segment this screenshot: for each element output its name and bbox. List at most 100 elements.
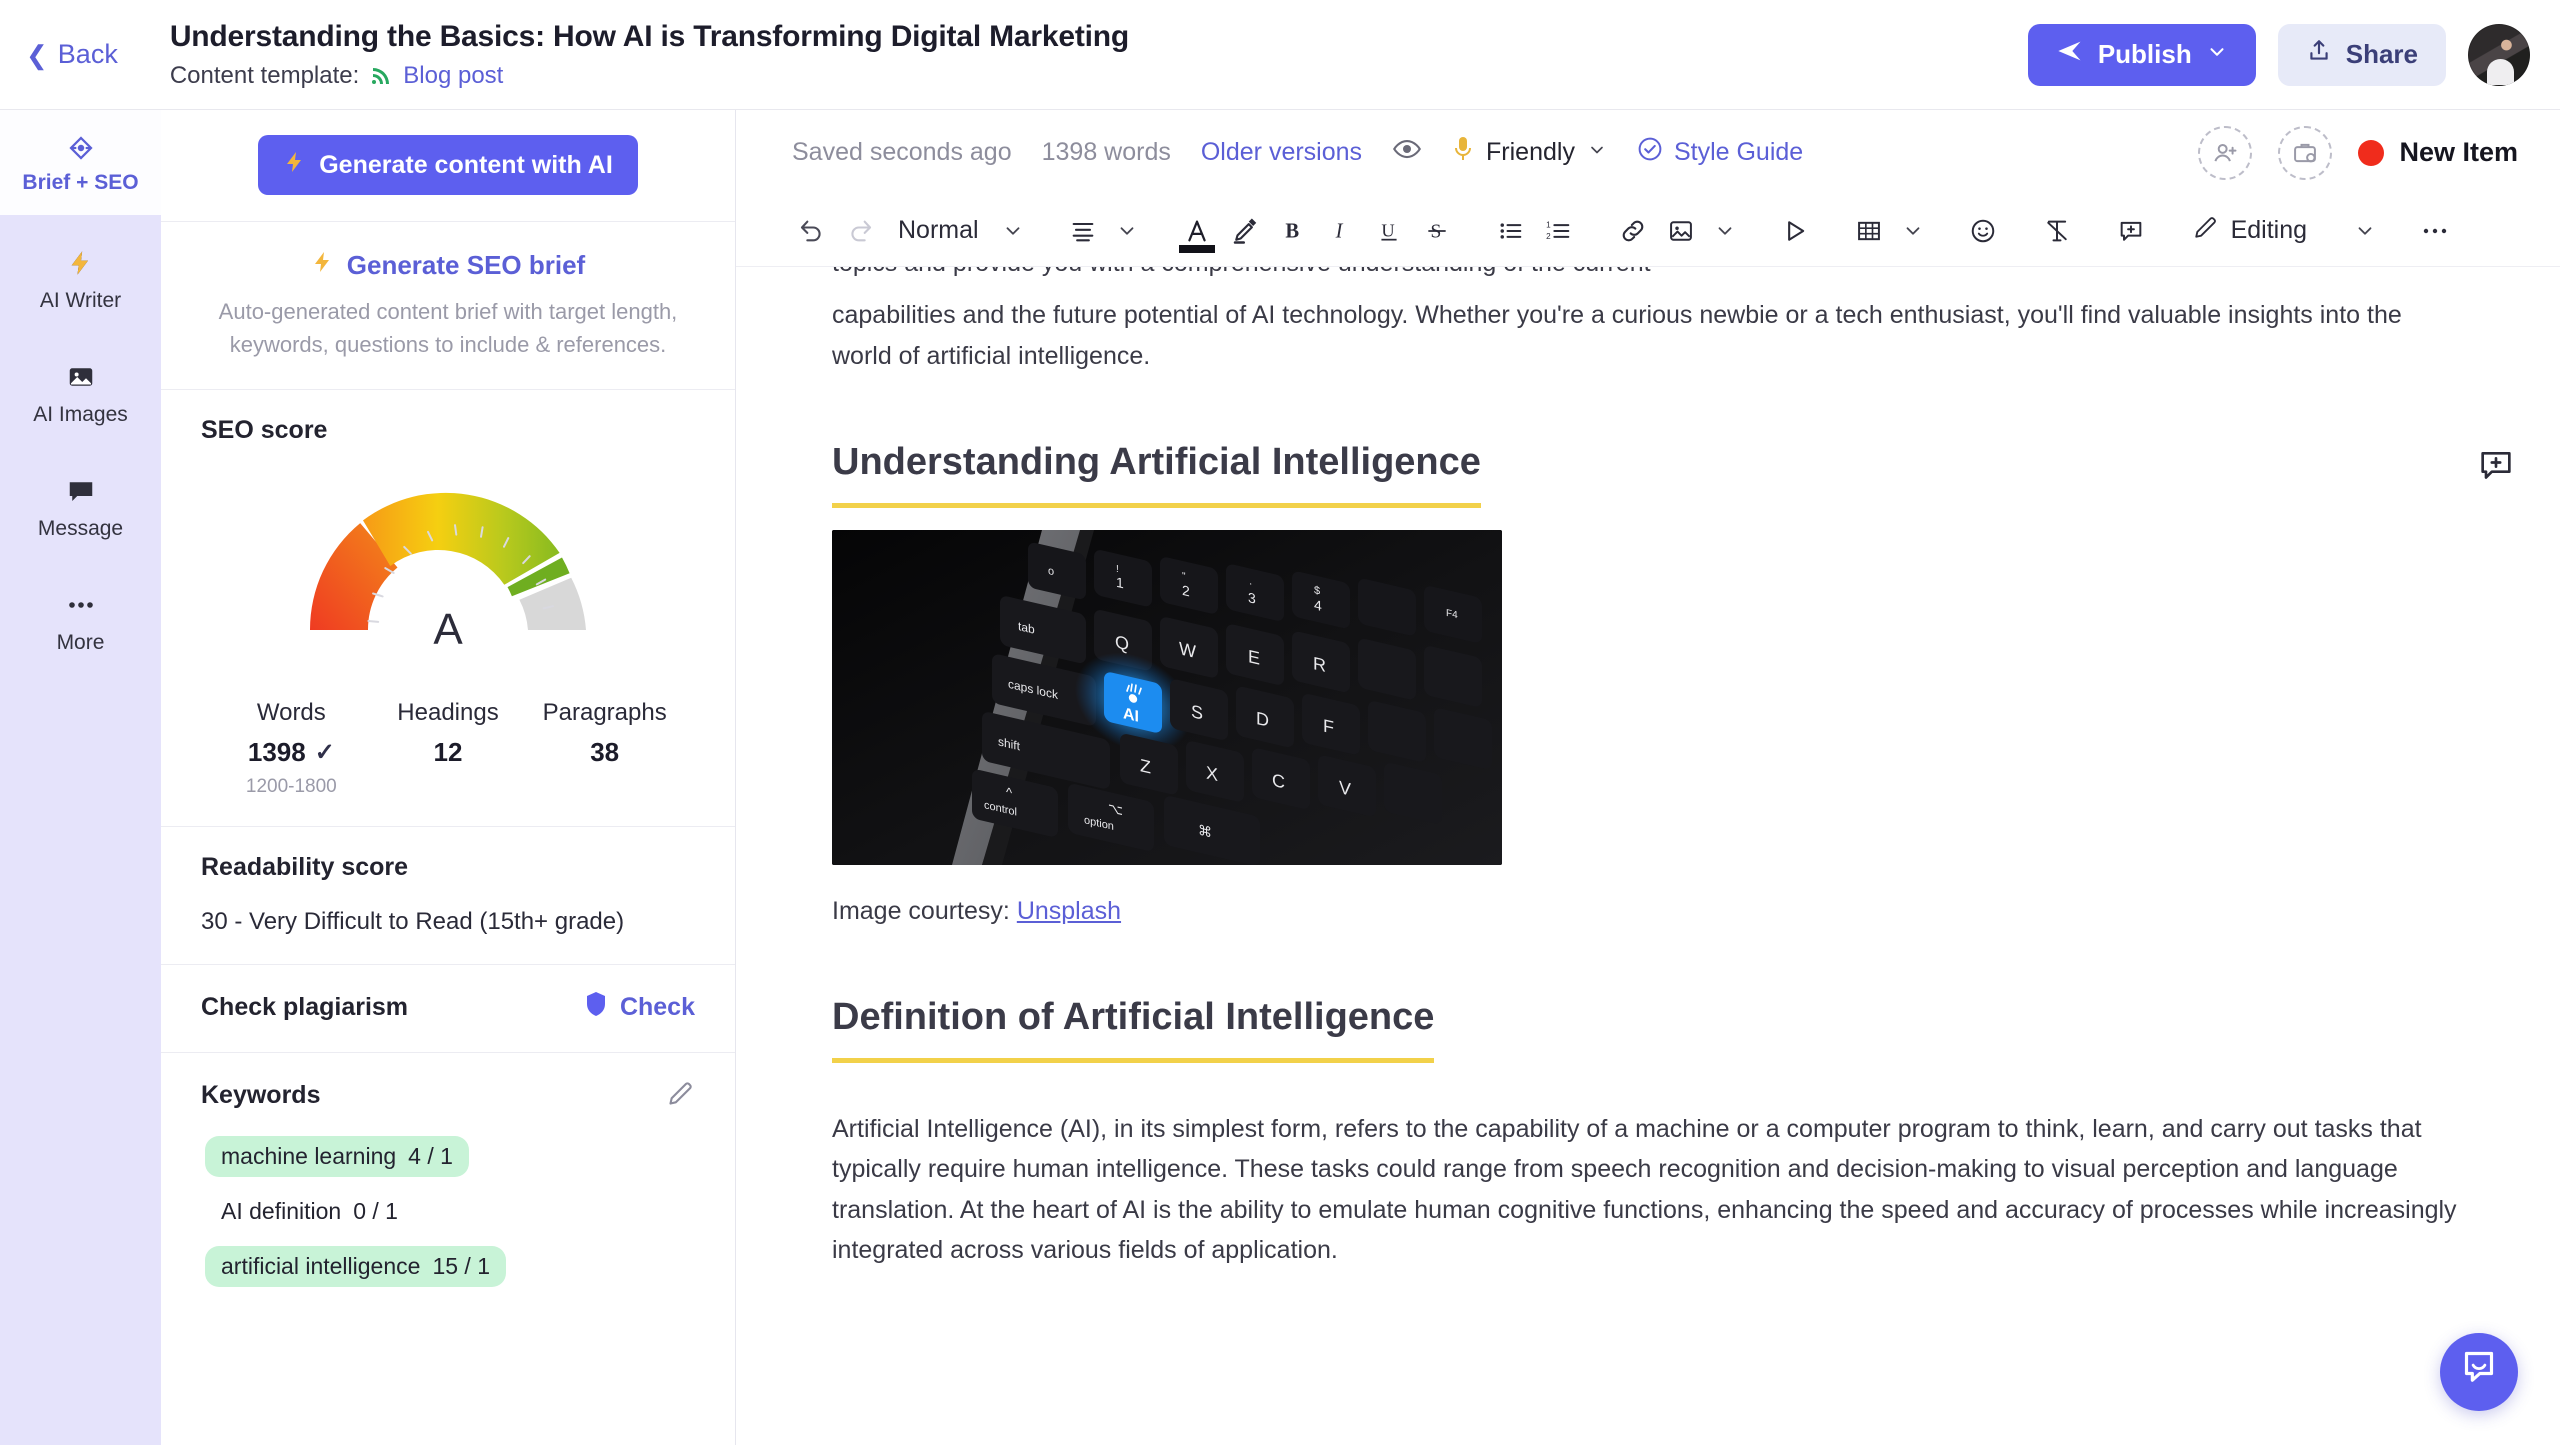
- generate-seo-brief-button[interactable]: Generate SEO brief: [201, 250, 695, 281]
- plagiarism-title: Check plagiarism: [201, 993, 409, 1021]
- invite-collaborator-button[interactable]: [2198, 125, 2253, 180]
- document-body[interactable]: topics and provide you with a comprehens…: [736, 267, 2560, 1445]
- sidebar-item-more[interactable]: More: [0, 571, 161, 671]
- bold-button[interactable]: B: [1269, 205, 1317, 257]
- text-color-button[interactable]: [1173, 205, 1221, 257]
- back-button[interactable]: ❮ Back: [26, 39, 118, 70]
- emoji-button[interactable]: [1959, 205, 2007, 257]
- align-chevron-down-icon[interactable]: [1107, 205, 1147, 257]
- check-label: Check: [619, 993, 695, 1021]
- chat-bubble-icon: [2459, 1346, 2499, 1399]
- svg-text:·: ·: [1249, 578, 1252, 590]
- add-comment-bubble-icon[interactable]: [2474, 443, 2518, 487]
- top-bar-actions: Publish Share: [2027, 23, 2530, 86]
- sidebar-item-ai-images[interactable]: AI Images: [0, 343, 161, 443]
- svg-text:2: 2: [1546, 232, 1551, 241]
- unsplash-link[interactable]: Unsplash: [1017, 897, 1121, 925]
- svg-text:1: 1: [1116, 574, 1124, 592]
- link-button[interactable]: [1609, 205, 1657, 257]
- sidebar-label-brief-seo: Brief + SEO: [22, 170, 139, 194]
- avatar[interactable]: [2468, 23, 2530, 86]
- keywords-section: Keywords machine learning 4 / 1 AI defini…: [161, 1052, 735, 1315]
- keyword-count: 4 / 1: [408, 1143, 453, 1169]
- support-chat-button[interactable]: [2440, 1333, 2518, 1411]
- document-heading-1: Understanding Artificial Intelligence: [832, 432, 1481, 508]
- campaign-button[interactable]: [2278, 125, 2333, 180]
- block-format-select[interactable]: Normal: [884, 205, 993, 257]
- stat-label: Headings: [397, 699, 499, 726]
- svg-text:D: D: [1256, 707, 1269, 731]
- status-label: New Item: [2399, 137, 2518, 167]
- chevron-down-icon: [1587, 138, 1607, 167]
- status-dot-icon: [2358, 139, 2385, 166]
- keywords-title: Keywords: [201, 1081, 321, 1109]
- add-comment-button[interactable]: [2107, 205, 2155, 257]
- keyword-term: machine learning: [221, 1143, 397, 1169]
- publish-button[interactable]: Publish: [2027, 23, 2256, 86]
- redo-button[interactable]: [836, 205, 884, 257]
- style-guide-button[interactable]: Style Guide: [1637, 136, 1803, 169]
- brief-seo-panel: Generate content with AI Generate SEO br…: [161, 110, 736, 1445]
- sidebar-item-ai-writer[interactable]: AI Writer: [0, 229, 161, 329]
- upload-icon: [2306, 38, 2332, 71]
- block-format-chevron-down-icon[interactable]: [993, 205, 1033, 257]
- numbered-list-button[interactable]: 12: [1535, 205, 1583, 257]
- strikethrough-button[interactable]: S: [1413, 205, 1461, 257]
- svg-text:B: B: [1285, 220, 1299, 242]
- svg-text:S: S: [1191, 700, 1203, 723]
- word-count: 1398 words: [1041, 138, 1171, 166]
- svg-text:AI: AI: [1123, 704, 1139, 725]
- generate-content-label: Generate content with AI: [319, 150, 613, 179]
- edit-keywords-pencil-icon[interactable]: [667, 1079, 695, 1112]
- preview-eye-icon[interactable]: [1392, 134, 1422, 171]
- svg-text:!: !: [1116, 563, 1119, 575]
- check-icon: ✓: [314, 739, 335, 766]
- keyword-chip[interactable]: artificial intelligence 15 / 1: [205, 1246, 506, 1287]
- document-hero-image[interactable]: o ! 1 " 2 · 3 $4 F4 tab Q W E R caps loc…: [832, 529, 1502, 865]
- more-options-button[interactable]: [2411, 205, 2459, 257]
- content-template-label: Content template:: [169, 61, 360, 89]
- chat-icon: [66, 474, 96, 508]
- keyword-list: machine learning 4 / 1 AI definition 0 / 1…: [201, 1136, 695, 1287]
- share-label: Share: [2345, 39, 2418, 69]
- insert-table-button[interactable]: [1845, 205, 1893, 257]
- seo-score-title: SEO score: [201, 416, 328, 444]
- shield-icon: [584, 991, 608, 1024]
- italic-button[interactable]: I: [1317, 205, 1365, 257]
- seo-score-section: SEO score A Words 1398 ✓ 1200-1800 Headi…: [161, 389, 735, 826]
- sidebar-item-message[interactable]: Message: [0, 457, 161, 557]
- status-badge[interactable]: New Item: [2358, 137, 2518, 168]
- seo-brief-description: Auto-generated content brief with target…: [218, 299, 678, 357]
- svg-text:R: R: [1313, 652, 1326, 676]
- table-chevron-down-icon[interactable]: [1893, 205, 1933, 257]
- generate-content-with-ai-button[interactable]: Generate content with AI: [258, 135, 638, 195]
- ellipsis-icon: [66, 588, 96, 622]
- insert-video-button[interactable]: [1771, 205, 1819, 257]
- keyword-chip[interactable]: machine learning 4 / 1: [205, 1136, 469, 1177]
- align-button[interactable]: [1059, 205, 1107, 257]
- undo-button[interactable]: [788, 205, 836, 257]
- editing-mode-button[interactable]: Editing: [2181, 205, 2319, 257]
- clear-formatting-button[interactable]: [2033, 205, 2081, 257]
- image-caption-prefix: Image courtesy:: [832, 896, 1010, 925]
- underline-button[interactable]: U: [1365, 205, 1413, 257]
- content-template-link[interactable]: Blog post: [403, 62, 503, 90]
- sidebar-label-more: More: [56, 630, 105, 654]
- older-versions-link[interactable]: Older versions: [1201, 138, 1362, 167]
- chevron-left-icon: ❮: [26, 39, 48, 70]
- sidebar-item-brief-seo[interactable]: Brief + SEO: [0, 110, 161, 215]
- share-button[interactable]: Share: [2277, 23, 2446, 86]
- keyword-chip[interactable]: AI definition 0 / 1: [205, 1191, 414, 1232]
- status-bar-right: New Item: [2198, 125, 2518, 180]
- left-nav-rail: Brief + SEO AI Writer AI Images Message …: [0, 110, 161, 1445]
- stat-value: 1398: [247, 737, 306, 767]
- tone-selector[interactable]: Friendly: [1452, 135, 1607, 170]
- image-chevron-down-icon[interactable]: [1705, 205, 1745, 257]
- bullet-list-button[interactable]: [1487, 205, 1535, 257]
- insert-image-button[interactable]: [1657, 205, 1705, 257]
- check-plagiarism-button[interactable]: Check: [584, 991, 695, 1024]
- editing-chevron-down-icon[interactable]: [2345, 205, 2385, 257]
- keyword-term: artificial intelligence: [221, 1253, 421, 1279]
- highlight-button[interactable]: [1221, 205, 1269, 257]
- stat-value: 38: [590, 737, 620, 767]
